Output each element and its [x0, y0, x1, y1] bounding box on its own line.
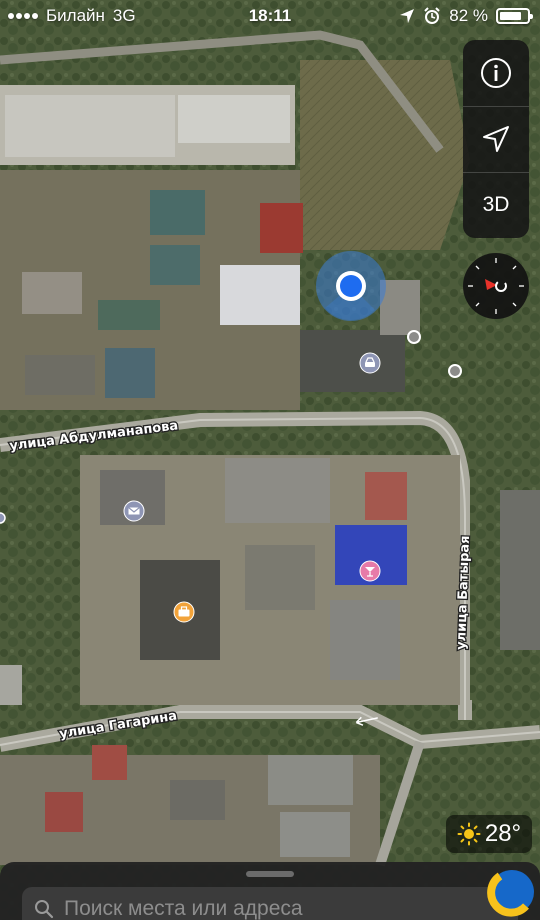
location-button[interactable]: [463, 106, 529, 172]
location-services-icon: [400, 9, 415, 23]
house-red-roof: [92, 745, 127, 780]
house: [25, 355, 95, 395]
search-icon: [35, 900, 54, 919]
house-red-roof: [45, 792, 83, 832]
view-3d-label: 3D: [482, 193, 510, 216]
parking: [330, 600, 400, 680]
building-right: [500, 490, 540, 650]
satellite-map[interactable]: улица Абдулманапова улица Батырая улица …: [0, 0, 540, 920]
grass-field: [300, 60, 470, 250]
warehouse-roof-2: [178, 95, 290, 143]
battery-level: [500, 12, 522, 20]
poi-dot-edge[interactable]: [0, 512, 6, 524]
poi-dot[interactable]: [407, 330, 421, 344]
building-dark: [300, 330, 405, 392]
info-icon: [481, 58, 511, 88]
warehouse-roof-1: [5, 95, 175, 157]
cocktail-icon[interactable]: [359, 560, 381, 582]
battery-icon: [496, 8, 533, 24]
sheet-grabber[interactable]: [246, 871, 294, 877]
compass-button[interactable]: [463, 253, 529, 319]
search-bar[interactable]: [22, 887, 518, 920]
mail-icon[interactable]: [123, 500, 145, 522]
location-arrow-icon: [483, 126, 509, 152]
tree-cluster: [0, 480, 80, 680]
building: [170, 780, 225, 820]
building: [268, 755, 353, 805]
battery-percent: 82 %: [449, 6, 488, 25]
search-input[interactable]: [64, 897, 444, 920]
car-icon[interactable]: [359, 352, 381, 374]
view-3d-button[interactable]: 3D: [463, 172, 529, 238]
map-controls-panel: 3D: [463, 40, 529, 238]
status-bar: Билайн 3G 18:11 82 %: [0, 0, 540, 32]
alarm-icon: [424, 7, 440, 24]
building: [280, 812, 350, 857]
building: [245, 545, 315, 610]
roof-light: [220, 265, 300, 325]
building: [225, 458, 330, 523]
house: [98, 300, 160, 330]
user-location-icon[interactable]: [316, 251, 386, 321]
house: [150, 245, 200, 285]
compass-icon: [468, 258, 524, 314]
house: [150, 190, 205, 235]
poi-dot[interactable]: [448, 364, 462, 378]
house: [105, 348, 155, 398]
search-sheet: [0, 862, 540, 920]
building-red-roof: [365, 472, 407, 520]
house-red-roof: [260, 203, 303, 253]
briefcase-icon[interactable]: [173, 601, 195, 623]
building: [380, 280, 420, 335]
sun-icon: [457, 822, 481, 846]
logo-icon: [487, 870, 534, 917]
house: [22, 272, 82, 314]
weather-badge[interactable]: 28°: [446, 815, 532, 853]
temperature: 28°: [484, 820, 522, 847]
info-button[interactable]: [463, 40, 529, 106]
building: [0, 665, 22, 705]
